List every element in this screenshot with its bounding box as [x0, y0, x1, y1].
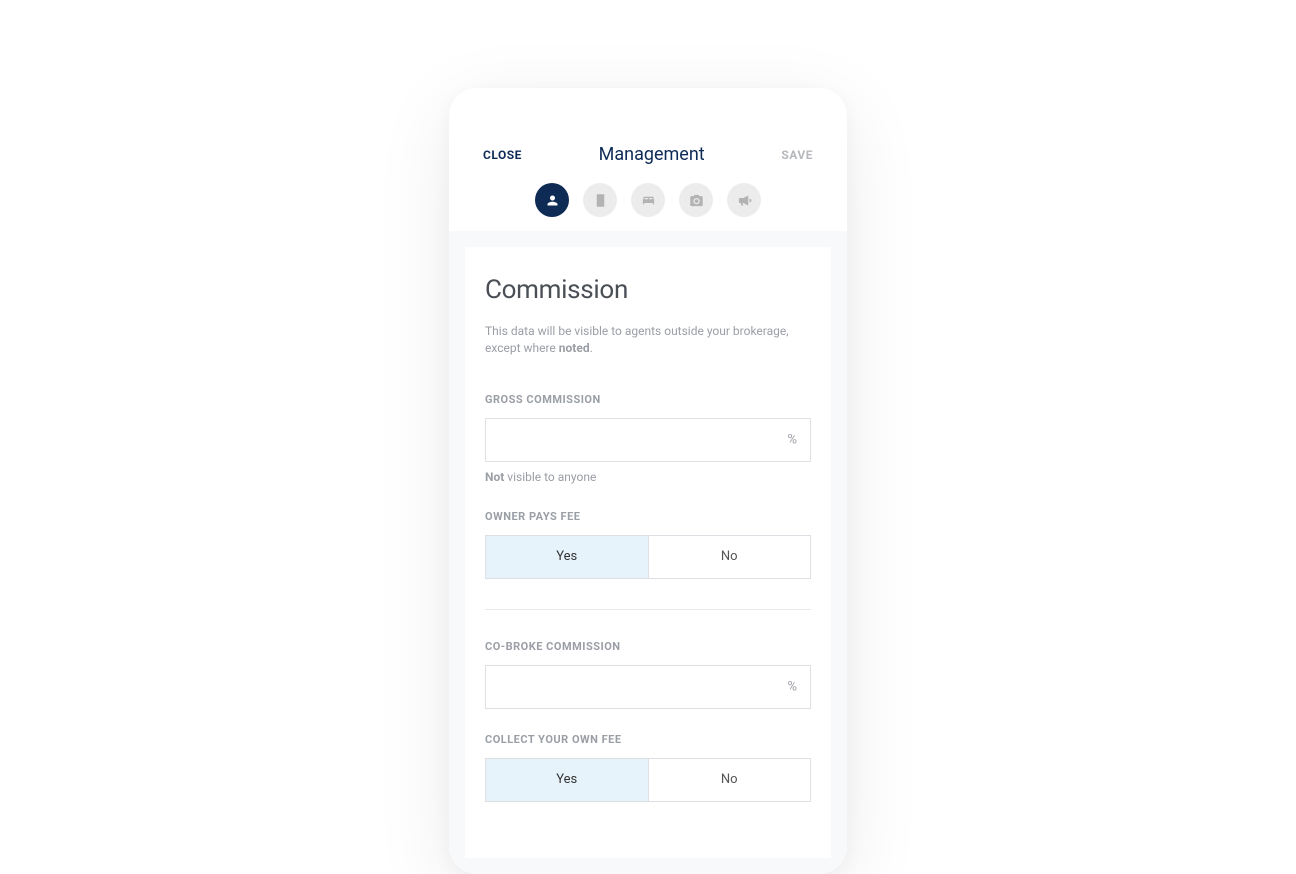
tab-person[interactable] — [535, 183, 569, 217]
gross-commission-block: GROSS COMMISSION % Not visible to anyone… — [485, 393, 811, 579]
percent-suffix: % — [787, 432, 797, 447]
panel-title: Management — [599, 144, 705, 165]
camera-icon — [689, 193, 704, 208]
person-icon — [545, 193, 560, 208]
commission-card: Commission This data will be visible to … — [465, 247, 831, 858]
bed-icon — [641, 193, 656, 208]
percent-suffix: % — [787, 679, 797, 694]
megaphone-icon — [737, 193, 752, 208]
card-title: Commission — [485, 275, 811, 305]
building-icon — [593, 193, 608, 208]
owner-pays-no[interactable]: No — [649, 536, 811, 578]
hint-bold: Not — [485, 470, 504, 484]
gross-commission-input-wrap: % — [485, 418, 811, 462]
collect-own-no[interactable]: No — [649, 759, 811, 801]
co-broke-input-wrap: % — [485, 665, 811, 709]
content-area: Commission This data will be visible to … — [449, 231, 847, 874]
tab-megaphone[interactable] — [727, 183, 761, 217]
panel-header: CLOSE Management SAVE — [449, 88, 847, 183]
owner-pays-label: OWNER PAYS FEE — [485, 510, 811, 523]
co-broke-label: CO-BROKE COMMISSION — [485, 640, 811, 653]
owner-pays-yes[interactable]: Yes — [486, 536, 649, 578]
co-broke-input[interactable] — [485, 665, 811, 709]
management-panel: CLOSE Management SAVE Commission This da… — [449, 88, 847, 874]
hint-rest: visible to anyone — [504, 470, 596, 484]
gross-commission-label: GROSS COMMISSION — [485, 393, 811, 406]
tab-row — [449, 183, 847, 231]
section-divider — [485, 609, 811, 610]
subtitle-post: . — [590, 341, 593, 355]
collect-own-yes[interactable]: Yes — [486, 759, 649, 801]
card-subtitle: This data will be visible to agents outs… — [485, 323, 811, 357]
co-broke-block: CO-BROKE COMMISSION % COLLECT YOUR OWN F… — [485, 640, 811, 802]
close-button[interactable]: CLOSE — [483, 148, 522, 162]
tab-bed[interactable] — [631, 183, 665, 217]
owner-pays-toggle: Yes No — [485, 535, 811, 579]
tab-camera[interactable] — [679, 183, 713, 217]
gross-commission-hint: Not visible to anyone — [485, 470, 811, 484]
tab-building[interactable] — [583, 183, 617, 217]
gross-commission-input[interactable] — [485, 418, 811, 462]
collect-own-label: COLLECT YOUR OWN FEE — [485, 733, 811, 746]
subtitle-pre: This data will be visible to agents outs… — [485, 324, 789, 355]
subtitle-bold: noted — [559, 341, 590, 355]
save-button[interactable]: SAVE — [781, 148, 813, 162]
collect-own-toggle: Yes No — [485, 758, 811, 802]
